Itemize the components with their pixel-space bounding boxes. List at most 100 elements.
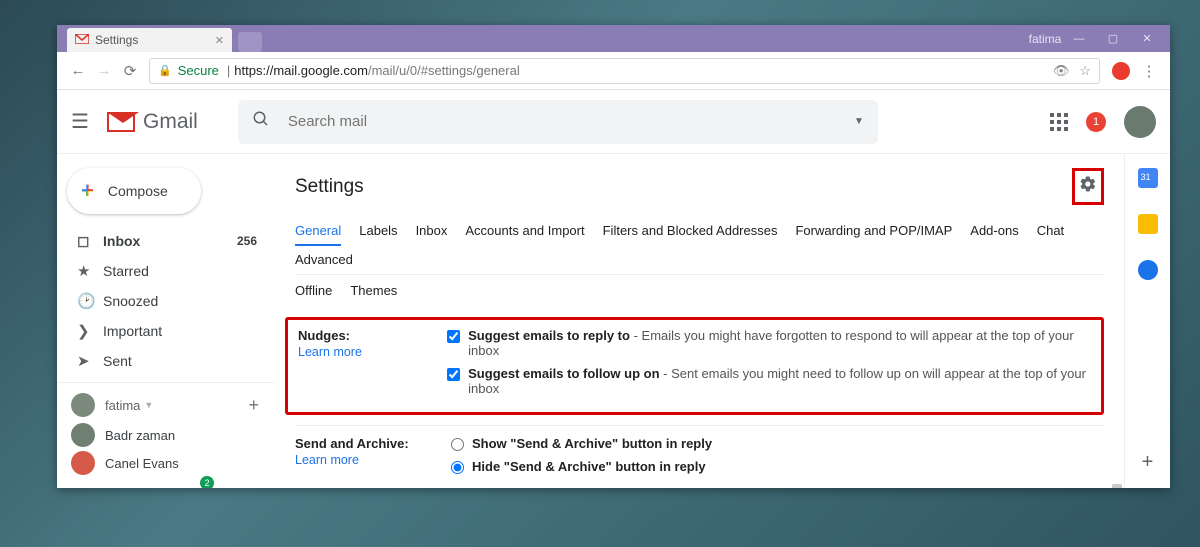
- avatar: [71, 451, 95, 475]
- important-icon: ❯: [77, 322, 103, 340]
- url-field[interactable]: 🔒 Secure | https://mail.google.com /mail…: [149, 58, 1100, 84]
- sidebar-item-label: Inbox: [103, 233, 140, 249]
- tab-general[interactable]: General: [295, 217, 341, 246]
- hangouts-badge[interactable]: 2: [200, 476, 214, 488]
- compose-button[interactable]: + Compose: [67, 168, 201, 214]
- setting-section-send-archive: Send and Archive: Learn more Show "Send …: [295, 425, 1104, 488]
- sidebar-item-sent[interactable]: ➤ Sent: [57, 346, 275, 376]
- scrollbar-thumb[interactable]: [1112, 484, 1122, 488]
- send-archive-show-radio[interactable]: [451, 438, 464, 451]
- settings-pane: Settings General Labels Inbox Accounts a…: [275, 154, 1124, 488]
- nudges-followup-checkbox[interactable]: [447, 368, 460, 381]
- gmail-logo-text: Gmail: [143, 110, 198, 134]
- page-title: Settings: [295, 176, 364, 198]
- learn-more-link[interactable]: Learn more: [295, 453, 359, 467]
- tab-themes[interactable]: Themes: [350, 277, 397, 304]
- sidebar-item-inbox[interactable]: ◻ Inbox 256: [57, 226, 275, 256]
- secure-label: Secure: [178, 63, 219, 78]
- keep-addon-icon[interactable]: [1138, 214, 1158, 234]
- titlebar: Settings ✕ fatima — ▢ ✕: [57, 25, 1170, 52]
- gmail-logo[interactable]: Gmail: [107, 110, 198, 134]
- setting-section-nudges: Nudges: Learn more Suggest emails to rep…: [298, 328, 1091, 404]
- hangouts-contact[interactable]: Canel Evans: [57, 449, 275, 477]
- highlight-box: Nudges: Learn more Suggest emails to rep…: [285, 317, 1104, 415]
- settings-tabs-row2: Offline Themes: [295, 277, 1104, 305]
- tab-close-icon[interactable]: ✕: [215, 34, 224, 47]
- lock-icon: 🔒: [158, 64, 172, 77]
- notifications-badge[interactable]: 1: [1086, 112, 1106, 132]
- sidebar-item-label: Starred: [103, 263, 149, 279]
- contact-name: Canel Evans: [105, 456, 179, 471]
- section-label: Send and Archive:: [295, 436, 451, 451]
- sidebar-item-important[interactable]: ❯ Important: [57, 316, 275, 346]
- sidebar: + Compose ◻ Inbox 256 ★ Starred 🕑 Snooze…: [57, 154, 275, 488]
- star-icon[interactable]: ☆: [1079, 63, 1091, 79]
- url-host: https://mail.google.com: [234, 63, 368, 78]
- new-conversation-button[interactable]: +: [248, 395, 259, 416]
- tab-inbox[interactable]: Inbox: [416, 217, 448, 246]
- avatar: [71, 423, 95, 447]
- sidebar-item-starred[interactable]: ★ Starred: [57, 256, 275, 286]
- sidebar-item-label: Snoozed: [103, 293, 158, 309]
- account-avatar[interactable]: [1124, 106, 1156, 138]
- sidebar-item-label: Important: [103, 323, 162, 339]
- contact-name: Badr zaman: [105, 428, 175, 443]
- avatar: [71, 393, 95, 417]
- inbox-icon: ◻: [77, 232, 103, 250]
- nav-forward-button[interactable]: →: [91, 62, 117, 79]
- nudges-reply-checkbox[interactable]: [447, 330, 460, 343]
- sidebar-item-label: Sent: [103, 353, 132, 369]
- option-label: Show "Send & Archive" button in reply: [472, 436, 712, 451]
- search-options-icon[interactable]: ▼: [854, 116, 864, 127]
- address-bar: ← → ⟳ 🔒 Secure | https://mail.google.com…: [57, 52, 1170, 90]
- tab-forwarding[interactable]: Forwarding and POP/IMAP: [795, 217, 952, 246]
- tab-advanced[interactable]: Advanced: [295, 246, 353, 273]
- hangouts-user[interactable]: fatima ▼ +: [57, 389, 275, 421]
- compose-label: Compose: [108, 183, 168, 199]
- tab-accounts[interactable]: Accounts and Import: [465, 217, 584, 246]
- get-addons-button[interactable]: +: [1142, 451, 1154, 474]
- search-icon[interactable]: [252, 110, 270, 133]
- window-maximize-button[interactable]: ▢: [1096, 25, 1130, 52]
- main-menu-button[interactable]: ☰: [71, 109, 93, 134]
- hangouts-contact[interactable]: Badr zaman: [57, 421, 275, 449]
- send-icon: ➤: [77, 352, 103, 370]
- gear-icon[interactable]: [1079, 180, 1097, 197]
- inbox-count: 256: [237, 234, 257, 248]
- eye-icon[interactable]: 👁: [1053, 63, 1070, 79]
- tab-chat[interactable]: Chat: [1037, 217, 1064, 246]
- window-close-button[interactable]: ✕: [1130, 25, 1164, 52]
- tasks-addon-icon[interactable]: [1138, 260, 1158, 280]
- chrome-profile-name[interactable]: fatima: [1028, 25, 1062, 52]
- option-label: Suggest emails to follow up on: [468, 366, 659, 381]
- plus-icon: +: [81, 178, 94, 204]
- window-minimize-button[interactable]: —: [1062, 25, 1096, 52]
- calendar-addon-icon[interactable]: [1138, 168, 1158, 188]
- search-box[interactable]: ▼: [238, 100, 878, 144]
- nav-back-button[interactable]: ←: [65, 62, 91, 79]
- gmail-m-icon: [107, 112, 135, 132]
- hangouts-user-name: fatima: [105, 398, 140, 413]
- option-label: Hide "Send & Archive" button in reply: [472, 459, 706, 474]
- nav-reload-button[interactable]: ⟳: [117, 62, 143, 80]
- tab-offline[interactable]: Offline: [295, 277, 332, 304]
- search-input[interactable]: [288, 113, 854, 130]
- sidebar-item-snoozed[interactable]: 🕑 Snoozed: [57, 286, 275, 316]
- tab-filters[interactable]: Filters and Blocked Addresses: [603, 217, 778, 246]
- send-archive-hide-radio[interactable]: [451, 461, 464, 474]
- star-icon: ★: [77, 262, 103, 280]
- learn-more-link[interactable]: Learn more: [298, 345, 362, 359]
- extension-icon[interactable]: [1112, 62, 1130, 80]
- url-path: /mail/u/0/#settings/general: [368, 63, 520, 78]
- chevron-down-icon: ▼: [144, 400, 153, 410]
- clock-icon: 🕑: [77, 292, 103, 310]
- google-apps-button[interactable]: [1050, 113, 1068, 131]
- settings-tabs: General Labels Inbox Accounts and Import…: [295, 217, 1104, 275]
- tab-addons[interactable]: Add-ons: [970, 217, 1018, 246]
- tab-labels[interactable]: Labels: [359, 217, 397, 246]
- browser-tab[interactable]: Settings ✕: [67, 28, 232, 52]
- chrome-menu-button[interactable]: ⋮: [1136, 62, 1162, 80]
- gmail-favicon: [75, 33, 89, 47]
- browser-window: Settings ✕ fatima — ▢ ✕ ← → ⟳ 🔒 Secure |…: [57, 25, 1170, 488]
- new-tab-button[interactable]: [238, 32, 262, 52]
